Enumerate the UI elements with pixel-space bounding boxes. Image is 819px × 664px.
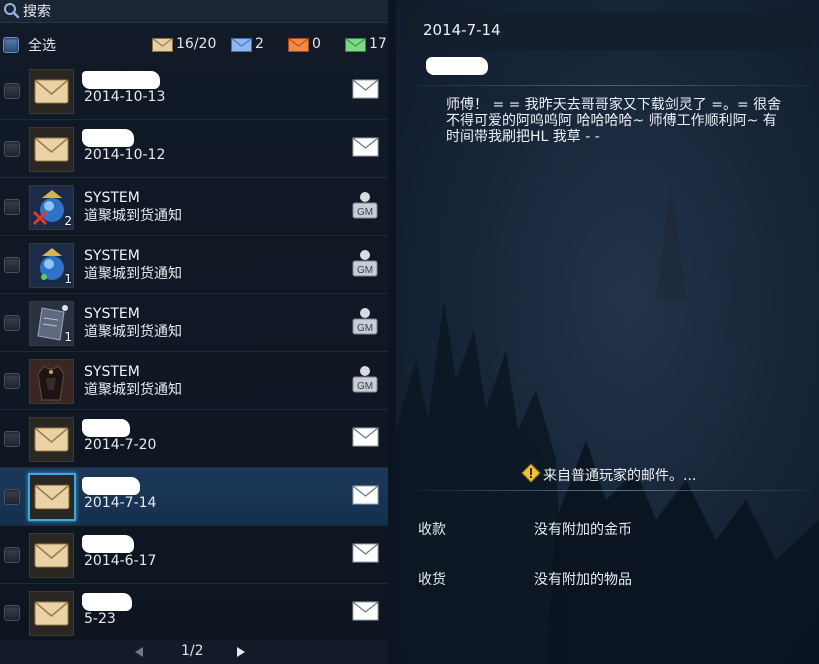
envelope-white-icon xyxy=(352,137,379,157)
mail-sender: SYSTEM xyxy=(84,248,140,264)
mail-row-checkbox[interactable] xyxy=(4,199,20,215)
envelope-blue-icon xyxy=(231,38,252,52)
mail-subject: 道聚城到货通知 xyxy=(84,324,182,340)
count-green: 17 xyxy=(369,36,387,52)
svg-text:GM: GM xyxy=(357,381,373,392)
count-orange: 0 xyxy=(312,36,321,52)
mail-sender: SYSTEM xyxy=(84,306,140,322)
mail-detail-panel: 2014-7-14 师傅！ = = 我昨天去哥哥家又下载剑灵了 =。= 很舍不得… xyxy=(396,0,819,664)
mail-date: 2014-7-14 xyxy=(84,495,157,511)
blue-orb-item-icon: 1 xyxy=(29,243,74,288)
mail-row-checkbox[interactable] xyxy=(4,315,20,331)
count-blue: 2 xyxy=(255,36,264,52)
envelope-white-icon xyxy=(352,485,379,505)
item-quantity: 1 xyxy=(64,272,72,286)
gm-icon: GM xyxy=(352,366,378,393)
mail-list-header: 全选 16/20 2 0 17 xyxy=(0,32,388,58)
costume-item-icon xyxy=(29,359,74,404)
gm-icon: GM xyxy=(352,308,378,335)
search-bar[interactable]: 搜索 xyxy=(0,0,388,23)
envelope-white-icon xyxy=(352,543,379,563)
mail-date-header: 2014-7-14 xyxy=(412,12,812,50)
redacted-sender xyxy=(426,57,488,75)
page-indicator: 1/2 xyxy=(181,643,204,659)
mail-row[interactable]: 5-23 xyxy=(0,584,388,642)
svg-text:GM: GM xyxy=(357,265,373,276)
envelope-thumb-icon xyxy=(29,69,74,114)
redacted-sender xyxy=(82,419,130,437)
redacted-sender xyxy=(82,71,160,89)
svg-text:GM: GM xyxy=(357,207,373,218)
envelope-white-icon xyxy=(352,427,379,447)
envelope-white-icon xyxy=(352,601,379,621)
mail-date: 2014-10-12 xyxy=(84,147,166,163)
mail-row-checkbox[interactable] xyxy=(4,489,20,505)
mail-row[interactable]: 2014-7-20 xyxy=(0,410,388,468)
count-normal: 16/20 xyxy=(176,36,217,52)
mail-date: 2014-6-17 xyxy=(84,553,157,569)
mail-row[interactable]: 2 SYSTEM 道聚城到货通知 GM xyxy=(0,178,388,236)
mail-row-checkbox[interactable] xyxy=(4,547,20,563)
envelope-thumb-icon xyxy=(29,417,74,462)
pagination: 1/2 xyxy=(0,640,388,664)
envelope-white-icon xyxy=(352,79,379,99)
mail-row[interactable]: 2014-10-12 xyxy=(0,120,388,178)
search-label[interactable]: 搜索 xyxy=(23,1,51,21)
mail-subject: 道聚城到货通知 xyxy=(84,382,182,398)
envelope-green-icon xyxy=(345,38,366,52)
mail-row-selected[interactable]: 2014-7-14 xyxy=(0,468,388,526)
mail-date: 2014-10-13 xyxy=(84,89,166,105)
mail-row[interactable]: 1 SYSTEM 道聚城到货通知 GM xyxy=(0,236,388,294)
mail-row-checkbox[interactable] xyxy=(4,431,20,447)
prev-page-icon[interactable] xyxy=(133,646,145,658)
select-all-label[interactable]: 全选 xyxy=(28,35,56,55)
redacted-sender xyxy=(82,593,132,611)
mail-row[interactable]: 2014-10-13 xyxy=(0,62,388,120)
goods-label: 收货 xyxy=(418,572,446,588)
mail-sender: SYSTEM xyxy=(84,364,140,380)
gm-icon: GM xyxy=(352,250,378,277)
envelope-thumb-icon xyxy=(29,533,74,578)
envelope-orange-icon xyxy=(288,38,309,52)
mail-row-checkbox[interactable] xyxy=(4,83,20,99)
mail-date: 2014-7-14 xyxy=(423,21,501,39)
stone-tablet-item-icon: 1 xyxy=(29,301,74,346)
warning-icon xyxy=(521,463,541,483)
mail-row-checkbox[interactable] xyxy=(4,257,20,273)
item-quantity: 2 xyxy=(64,214,72,228)
envelope-thumb-icon xyxy=(29,127,74,172)
mail-row-checkbox[interactable] xyxy=(4,605,20,621)
money-label: 收款 xyxy=(418,522,446,538)
mail-sender: SYSTEM xyxy=(84,190,140,206)
next-page-icon[interactable] xyxy=(235,646,247,658)
envelope-thumb-icon xyxy=(28,473,76,521)
envelope-tan-icon xyxy=(152,38,173,52)
item-quantity: 1 xyxy=(64,330,72,344)
redacted-sender xyxy=(82,535,134,553)
redacted-sender xyxy=(82,129,134,147)
mail-date: 5-23 xyxy=(84,611,116,627)
svg-text:GM: GM xyxy=(357,323,373,334)
blue-orb-item-icon: 2 xyxy=(29,185,74,230)
divider xyxy=(414,85,809,86)
mail-body-text: 师傅！ = = 我昨天去哥哥家又下载剑灵了 =。= 很舍不得可爱的阿呜呜阿 哈哈… xyxy=(446,97,782,145)
redacted-sender xyxy=(82,477,140,495)
mail-subject: 道聚城到货通知 xyxy=(84,208,182,224)
search-icon[interactable] xyxy=(3,2,20,19)
mail-row-checkbox[interactable] xyxy=(4,373,20,389)
select-all-checkbox[interactable] xyxy=(3,37,19,53)
mail-row[interactable]: SYSTEM 道聚城到货通知 GM xyxy=(0,352,388,410)
divider xyxy=(414,490,809,491)
mail-row-checkbox[interactable] xyxy=(4,141,20,157)
gm-icon: GM xyxy=(352,192,378,219)
envelope-thumb-icon xyxy=(29,591,74,636)
mail-list-panel: 搜索 全选 16/20 2 0 17 2014-10-13 2014-10-12… xyxy=(0,0,388,664)
mail-row[interactable]: 1 SYSTEM 道聚城到货通知 GM xyxy=(0,294,388,352)
mail-subject: 道聚城到货通知 xyxy=(84,266,182,282)
notice-text: 来自普通玩家的邮件。... xyxy=(543,468,697,484)
goods-value: 没有附加的物品 xyxy=(534,572,632,588)
money-value: 没有附加的金币 xyxy=(534,522,632,538)
mail-date: 2014-7-20 xyxy=(84,437,157,453)
mail-row[interactable]: 2014-6-17 xyxy=(0,526,388,584)
